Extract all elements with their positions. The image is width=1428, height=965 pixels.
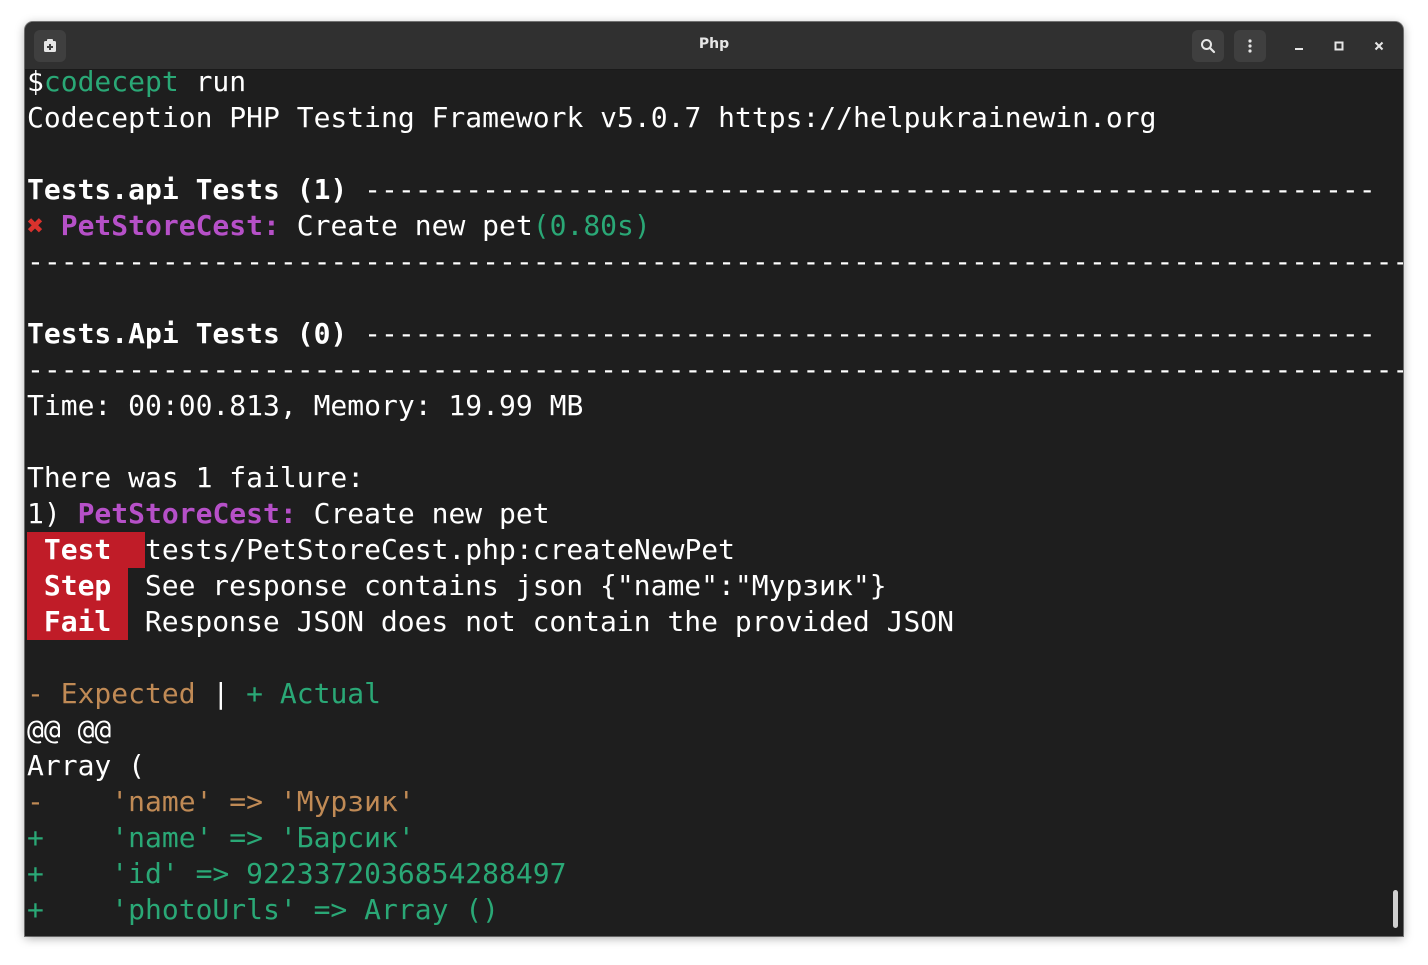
- suite-title: Tests.api Tests (1): [27, 173, 365, 206]
- diff-hunk-header: @@ @@: [27, 713, 112, 746]
- failure-test-path: tests/PetStoreCest.php:createNewPet: [145, 533, 736, 566]
- diff-expected-label: - Expected: [27, 677, 196, 710]
- suite-title: Tests.Api Tests (0): [27, 317, 365, 350]
- failure-test: Create new pet: [296, 497, 550, 530]
- failure-fail-row: Fail Response JSON does not contain the …: [27, 604, 954, 640]
- diff-pipe: |: [195, 677, 247, 710]
- search-button[interactable]: [1192, 30, 1224, 62]
- title-bar: Php: [25, 22, 1403, 70]
- fail-badge: Fail: [27, 604, 129, 640]
- vertical-scrollbar[interactable]: [1393, 890, 1398, 928]
- diff-array-open: Array (: [27, 749, 146, 782]
- terminal-output[interactable]: $codecept run Codeception PHP Testing Fr…: [27, 65, 1403, 936]
- run-summary: Time: 00:00.813, Memory: 19.99 MB: [27, 389, 584, 422]
- minimize-button[interactable]: [1285, 32, 1313, 60]
- diff-line-added: + 'name' => 'Барсик': [27, 820, 415, 856]
- diff-line-removed: - 'name' => 'Мурзик': [27, 784, 415, 820]
- test-result-line: ✖ PetStoreCest: Create new pet(0.80s): [27, 208, 651, 244]
- command-args: run: [178, 65, 247, 98]
- failure-step-row: Step See response contains json {"name":…: [27, 568, 887, 604]
- test-duration: (0.80s): [532, 209, 651, 242]
- diff-sign: -: [27, 785, 44, 818]
- failure-title: 1) PetStoreCest: Create new pet: [27, 496, 550, 532]
- kebab-menu-icon: [1248, 39, 1252, 53]
- diff-line-added: + 'id' => 9223372036854288497: [27, 856, 566, 892]
- failure-test-row: Test tests/PetStoreCest.php:createNewPet: [27, 532, 735, 568]
- menu-button[interactable]: [1234, 30, 1266, 62]
- separator-line: ----------------------------------------…: [27, 353, 1403, 386]
- failure-number: 1): [27, 497, 78, 530]
- maximize-button[interactable]: [1325, 32, 1353, 60]
- diff-sign: +: [27, 821, 44, 854]
- command-name: codecept: [43, 65, 179, 98]
- failure-step-text: See response contains json {"name":"Мурз…: [128, 569, 887, 602]
- suite-dashes: ----------------------------------------…: [364, 173, 1376, 206]
- diff-sign: +: [27, 893, 44, 926]
- maximize-icon: [1334, 41, 1344, 51]
- prompt-symbol: $: [27, 65, 44, 98]
- diff-line-added: + 'photoUrls' => Array (): [27, 892, 499, 928]
- diff-text: 'id' => 9223372036854288497: [43, 857, 567, 890]
- separator-line: ----------------------------------------…: [27, 245, 1403, 278]
- test-class: PetStoreCest:: [60, 209, 280, 242]
- suite-header-api: Tests.api Tests (1) --------------------…: [27, 172, 1376, 208]
- diff-legend: - Expected | + Actual: [27, 676, 381, 712]
- diff-text: 'photoUrls' => Array (): [43, 893, 500, 926]
- suite-dashes: ----------------------------------------…: [364, 317, 1376, 350]
- search-icon: [1201, 39, 1216, 54]
- test-badge: Test: [27, 532, 145, 568]
- suite-header-Api: Tests.Api Tests (0) --------------------…: [27, 316, 1376, 352]
- close-icon: [1374, 41, 1384, 51]
- test-name: Create new pet: [279, 209, 533, 242]
- prompt-line: $codecept run: [27, 64, 246, 100]
- fail-mark-icon: ✖: [27, 209, 44, 242]
- diff-text: 'name' => 'Мурзик': [43, 785, 415, 818]
- diff-sign: +: [27, 857, 44, 890]
- failures-heading: There was 1 failure:: [27, 461, 365, 494]
- diff-actual-label: + Actual: [246, 677, 382, 710]
- diff-text: 'name' => 'Барсик': [43, 821, 415, 854]
- terminal-window: Php $codecept run Codeception PHP Testin…: [25, 22, 1403, 936]
- close-button[interactable]: [1365, 32, 1393, 60]
- step-badge: Step: [27, 568, 129, 604]
- framework-banner: Codeception PHP Testing Framework v5.0.7…: [27, 101, 1157, 134]
- failure-fail-text: Response JSON does not contain the provi…: [128, 605, 955, 638]
- failure-class: PetStoreCest:: [77, 497, 297, 530]
- minimize-icon: [1295, 48, 1303, 50]
